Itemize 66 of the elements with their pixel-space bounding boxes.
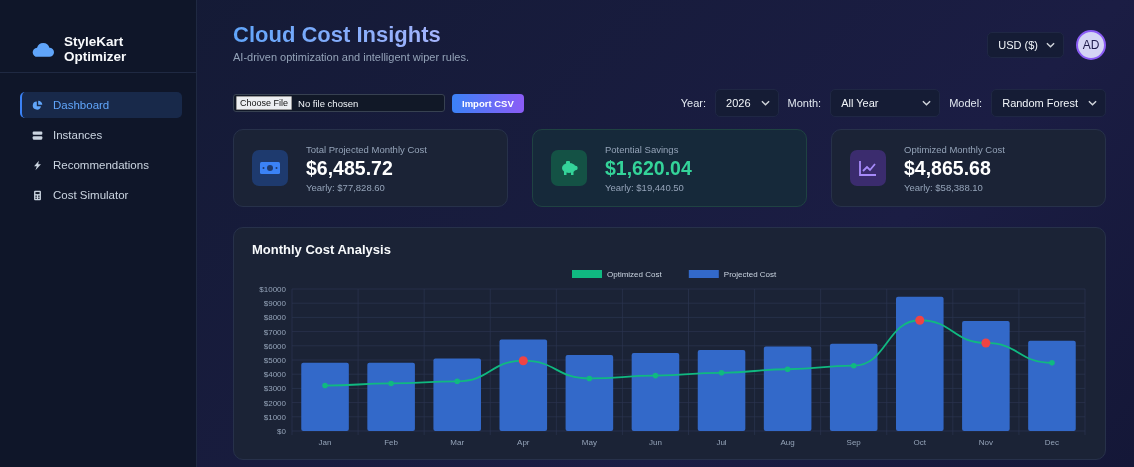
- lightning-bolt-icon: [32, 159, 43, 171]
- nav-item[interactable]: Instances: [20, 122, 182, 148]
- y-axis-label: $4000: [263, 370, 286, 380]
- banknote-icon: [260, 161, 280, 175]
- filter-select[interactable]: 2026: [715, 89, 779, 117]
- stat-title: Potential Savings: [605, 143, 680, 155]
- stat-title: Optimized Monthly Cost: [904, 143, 1005, 155]
- user-avatar[interactable]: AD: [1076, 30, 1106, 60]
- x-axis-label: Oct: [913, 438, 926, 447]
- nav-item[interactable]: Dashboard: [20, 92, 182, 118]
- stat-yearly: Yearly: $58,388.10: [904, 181, 984, 193]
- x-axis-label: May: [581, 438, 597, 447]
- y-axis-label: $10000: [259, 285, 286, 294]
- y-axis-label: $9000: [263, 299, 286, 309]
- y-axis-label: $0: [277, 427, 286, 436]
- x-axis-label: Jun: [649, 438, 662, 447]
- piggy-bank-icon: [559, 160, 579, 176]
- chevron-down-icon: [1046, 42, 1055, 48]
- x-axis-label: Jan: [318, 438, 332, 447]
- pie-chart-icon: [32, 99, 43, 111]
- cloud-icon: [32, 41, 54, 57]
- chart-title: Monthly Cost Analysis: [252, 242, 392, 257]
- y-axis-label: $1000: [263, 412, 286, 422]
- y-axis-label: $5000: [263, 356, 286, 365]
- filter-label: Year:: [680, 97, 707, 109]
- x-axis-label: Apr: [517, 438, 530, 447]
- filter-label: Model:: [949, 97, 983, 109]
- x-axis-label: Sep: [846, 438, 861, 447]
- chevron-down-icon: [760, 100, 770, 106]
- y-axis-label: $3000: [263, 384, 286, 394]
- x-axis-label: Jul: [716, 438, 727, 447]
- y-axis-label: $6000: [263, 341, 286, 351]
- x-axis-label: Aug: [780, 438, 795, 447]
- nav-item[interactable]: Cost Simulator: [20, 182, 182, 208]
- chevron-down-icon: [922, 100, 932, 106]
- choose-file-button[interactable]: Choose File: [236, 96, 293, 110]
- y-axis-label: $7000: [263, 327, 286, 337]
- x-axis-label: Feb: [384, 438, 398, 447]
- file-input[interactable]: Choose File No file chosen: [233, 94, 445, 112]
- nav-item[interactable]: Recommendations: [20, 152, 182, 178]
- currency-select[interactable]: USD ($): [987, 32, 1064, 58]
- x-axis-label: Mar: [450, 438, 465, 447]
- stat-value: $6,485.72: [306, 156, 394, 180]
- filter-select[interactable]: Random Forest: [991, 89, 1106, 117]
- projected-cost-bar: [367, 362, 415, 431]
- filter-label: Month:: [787, 97, 822, 109]
- line-chart-icon: [859, 160, 877, 176]
- legend-label: Optimized Cost: [607, 270, 662, 279]
- projected-cost-bar: [301, 362, 349, 431]
- x-axis-label: Nov: [978, 438, 993, 447]
- stat-value: $1,620.04: [605, 156, 692, 180]
- y-axis-label: $8000: [263, 313, 286, 323]
- stat-value: $4,865.68: [904, 156, 992, 180]
- import-csv-button[interactable]: Import CSV: [452, 93, 524, 113]
- y-axis-label: $2000: [263, 398, 286, 408]
- legend-label: Projected Cost: [723, 270, 777, 279]
- stat-title: Total Projected Monthly Cost: [306, 143, 427, 155]
- server-icon: [32, 129, 43, 141]
- app-name: StyleKart Optimizer: [64, 34, 127, 64]
- page-subtitle: AI-driven optimization and intelligent wiper rules.: [233, 51, 469, 63]
- x-axis-label: Dec: [1044, 438, 1060, 447]
- filter-select[interactable]: All Year: [830, 89, 941, 117]
- stat-yearly: Yearly: $19,440.50: [605, 181, 685, 193]
- stat-yearly: Yearly: $77,828.60: [306, 181, 386, 193]
- chevron-down-icon: [1088, 100, 1097, 106]
- calculator-icon: [32, 189, 43, 201]
